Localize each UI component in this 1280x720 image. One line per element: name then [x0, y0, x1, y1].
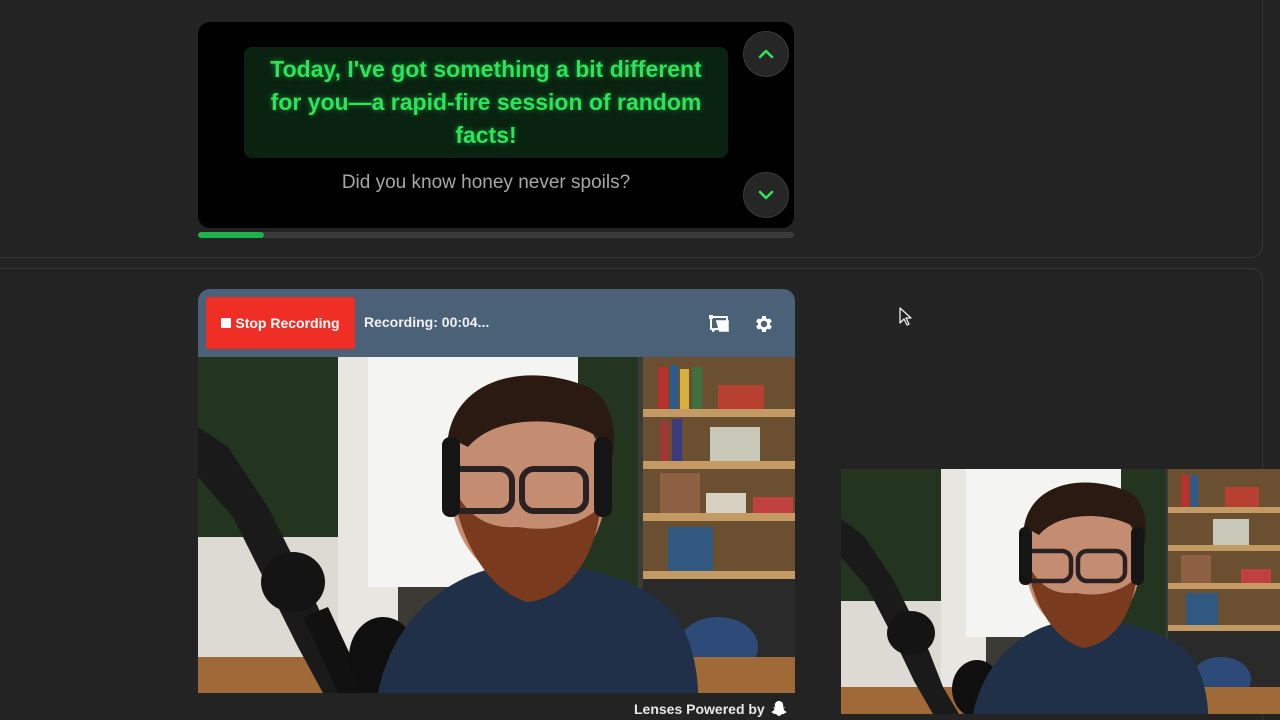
recording-status: Recording: 00:04...: [364, 314, 490, 330]
camera-thumbnail: [841, 469, 1280, 714]
app-page: Today, I've got something a bit differen…: [0, 0, 1280, 720]
next-script-line: Did you know honey never spoils?: [341, 172, 631, 193]
camera-preview: [198, 357, 795, 693]
recorder: Stop Recording Recording: 00:04...: [198, 289, 795, 693]
recording-toolbar: Stop Recording Recording: 00:04...: [198, 289, 795, 357]
next-line-button[interactable]: [743, 172, 789, 218]
teleprompter-icon: [709, 315, 729, 332]
mouse-cursor-icon: [899, 307, 912, 326]
settings-button[interactable]: [751, 311, 777, 337]
script-progress-fill: [198, 232, 264, 238]
chevron-down-icon: [758, 190, 774, 200]
stop-icon: [221, 318, 232, 328]
snapchat-ghost-icon: [771, 701, 787, 716]
teleprompter-toggle-button[interactable]: [707, 311, 733, 337]
stop-recording-label: Stop Recording: [235, 315, 340, 331]
script-progress-bar: [198, 232, 794, 238]
gear-icon: [756, 316, 772, 332]
stop-recording-button[interactable]: Stop Recording: [206, 297, 355, 349]
chevron-up-icon: [758, 49, 774, 59]
teleprompter: Today, I've got something a bit differen…: [198, 22, 794, 228]
previous-line-button[interactable]: [743, 31, 789, 77]
lenses-label: Lenses Powered by: [634, 700, 765, 717]
current-script-line: Today, I've got something a bit differen…: [244, 47, 728, 158]
lenses-attribution: Lenses Powered by: [634, 700, 787, 717]
